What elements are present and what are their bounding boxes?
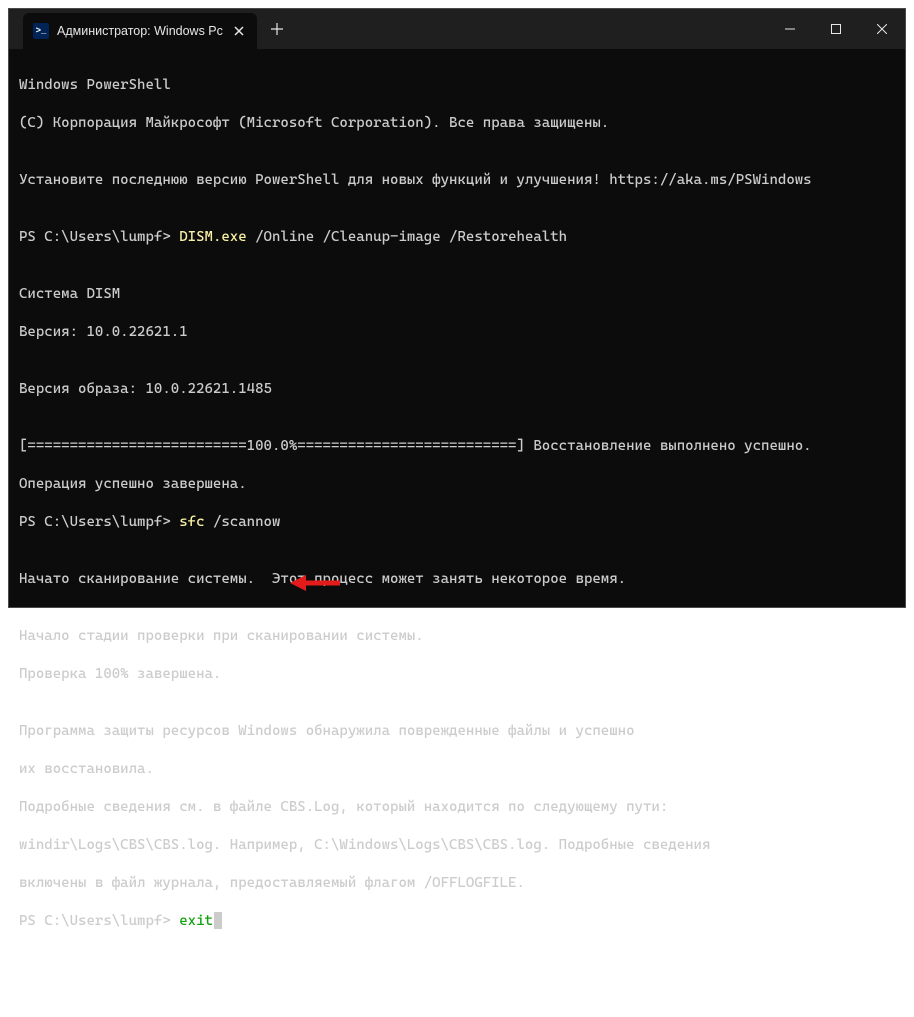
- output-line: их восстановила.: [19, 760, 895, 779]
- prompt-line: PS C:\Users\lumpf> exit: [19, 912, 895, 931]
- terminal-output[interactable]: Windows PowerShell (C) Корпорация Майкро…: [9, 49, 905, 1017]
- titlebar-drag-area[interactable]: [295, 9, 767, 49]
- tab-title: Администратор: Windows Pc: [57, 24, 223, 38]
- prompt-line: PS C:\Users\lumpf> sfc /scannow: [19, 513, 895, 532]
- shield-icon: [9, 9, 17, 49]
- output-line: Установите последнюю версию PowerShell д…: [19, 171, 895, 190]
- output-line: Начато сканирование системы. Этот процес…: [19, 570, 895, 589]
- titlebar[interactable]: >_ Администратор: Windows Pc: [9, 9, 905, 49]
- output-line: Проверка 100% завершена.: [19, 665, 895, 684]
- output-line: Версия: 10.0.22621.1: [19, 323, 895, 342]
- window-controls: [767, 9, 905, 49]
- output-line: Подробные сведения см. в файле CBS.Log, …: [19, 798, 895, 817]
- output-line: (C) Корпорация Майкрософт (Microsoft Cor…: [19, 114, 895, 133]
- cursor: [214, 912, 222, 929]
- maximize-button[interactable]: [813, 9, 859, 49]
- output-line: [==========================100.0%=======…: [19, 437, 895, 456]
- minimize-button[interactable]: [767, 9, 813, 49]
- output-line: Версия образа: 10.0.22621.1485: [19, 380, 895, 399]
- output-line: Начало стадии проверки при сканировании …: [19, 627, 895, 646]
- tab-close-button[interactable]: [231, 23, 247, 39]
- tab-powershell[interactable]: >_ Администратор: Windows Pc: [23, 13, 257, 49]
- terminal-window: >_ Администратор: Windows Pc Windows Pow…: [8, 8, 906, 608]
- output-line: Операция успешно завершена.: [19, 475, 895, 494]
- close-button[interactable]: [859, 9, 905, 49]
- new-tab-button[interactable]: [259, 9, 295, 49]
- powershell-icon: >_: [33, 23, 49, 39]
- output-line: включены в файл журнала, предоставляемый…: [19, 874, 895, 893]
- prompt-line: PS C:\Users\lumpf> DISM.exe /Online /Cle…: [19, 228, 895, 247]
- output-line: Cистема DISM: [19, 285, 895, 304]
- output-line: Программа защиты ресурсов Windows обнару…: [19, 722, 895, 741]
- output-line: Windows PowerShell: [19, 76, 895, 95]
- output-line: windir\Logs\CBS\CBS.log. Например, C:\Wi…: [19, 836, 895, 855]
